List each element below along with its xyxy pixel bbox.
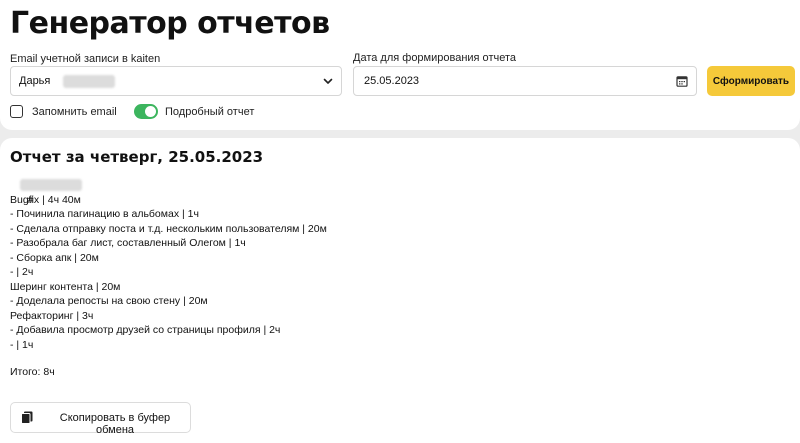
remember-email-label: Запомнить email bbox=[32, 106, 117, 118]
email-select-value: Дарья bbox=[19, 75, 51, 87]
report-line: Рефакторинг | 3ч bbox=[10, 309, 94, 322]
report-hash-line: # bbox=[10, 178, 710, 206]
generate-report-button[interactable]: Сформировать bbox=[707, 66, 795, 96]
redacted-surname bbox=[63, 75, 115, 88]
report-form-panel: Генератор отчетов Email учетной записи в… bbox=[0, 0, 800, 130]
copy-icon bbox=[21, 411, 33, 424]
chevron-down-icon bbox=[323, 78, 333, 84]
report-line: - Добавила просмотр друзей со страницы п… bbox=[10, 324, 281, 336]
remember-email-checkbox[interactable] bbox=[10, 105, 23, 118]
copy-to-clipboard-button[interactable]: Скопировать в буфер обмена bbox=[10, 402, 191, 436]
report-title: Отчет за четверг, 25.05.2023 bbox=[10, 148, 264, 166]
report-hash-prefix: # bbox=[27, 193, 34, 206]
email-field-label: Email учетной записи в kaiten bbox=[10, 53, 161, 65]
date-input[interactable]: 25.05.2023 bbox=[353, 66, 697, 96]
report-line: - Починила пагинацию в альбомах | 1ч bbox=[10, 208, 199, 220]
report-lines: Bugfix | 4ч 40м - Починила пагинацию в ал… bbox=[10, 193, 710, 353]
report-line: - | 2ч bbox=[10, 266, 34, 278]
report-panel: Отчет за четверг, 25.05.2023 # Bugfix | … bbox=[0, 138, 800, 443]
detailed-report-label: Подробный отчет bbox=[165, 106, 255, 118]
toggle-knob bbox=[145, 106, 156, 117]
report-line: - | 1ч bbox=[10, 338, 34, 351]
report-line: - Доделала репосты на свою стену | 20м bbox=[10, 295, 208, 307]
redacted-project-name bbox=[20, 179, 82, 191]
page-title: Генератор отчетов bbox=[10, 6, 330, 41]
date-input-value: 25.05.2023 bbox=[364, 75, 420, 87]
report-line: - Разобрала баг лист, составленный Олего… bbox=[10, 237, 246, 249]
calendar-icon[interactable] bbox=[676, 75, 688, 87]
report-text: # Bugfix | 4ч 40м - Починила пагинацию в … bbox=[10, 178, 710, 352]
report-line: Bugfix | 4ч 40м bbox=[10, 193, 81, 206]
date-field-label: Дата для формирования отчета bbox=[353, 52, 516, 64]
report-line: - Сделала отправку поста и т.д. нескольк… bbox=[10, 222, 327, 235]
report-total: Итого: 8ч bbox=[10, 366, 55, 378]
detailed-report-toggle[interactable] bbox=[134, 104, 158, 119]
report-line: Шеринг контента | 20м bbox=[10, 280, 121, 293]
copy-button-label: Скопировать в буфер обмена bbox=[59, 412, 171, 436]
report-line: - Сборка апк | 20м bbox=[10, 251, 99, 264]
email-select[interactable]: Дарья bbox=[10, 66, 342, 96]
